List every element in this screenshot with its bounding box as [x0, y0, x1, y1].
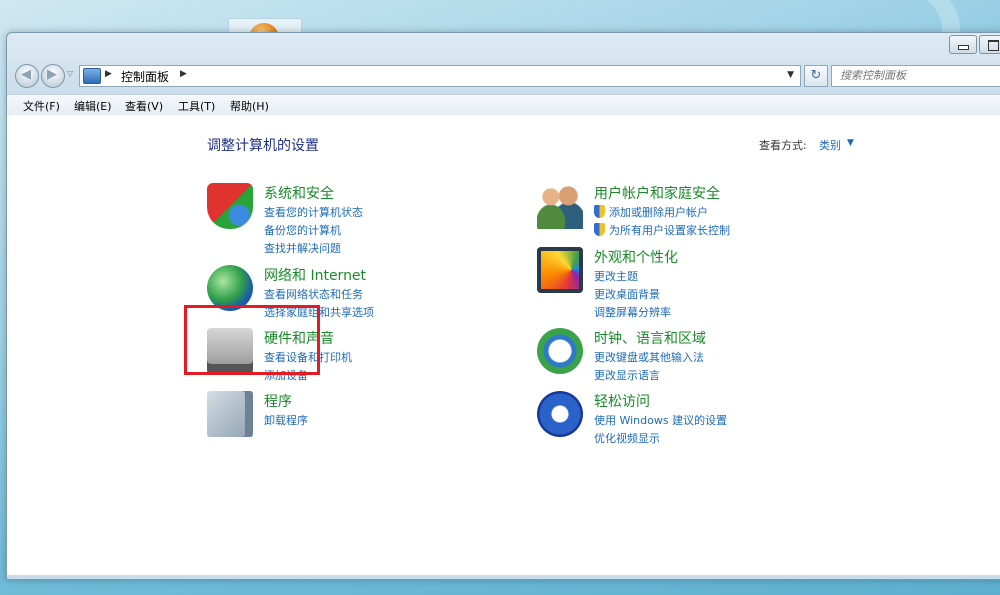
display-icon[interactable]: [537, 247, 583, 293]
forward-button[interactable]: ▶: [41, 64, 65, 88]
category-title[interactable]: 网络和 Internet: [264, 265, 366, 285]
search-input[interactable]: [838, 68, 1000, 83]
page-title: 调整计算机的设置: [207, 138, 319, 154]
uac-shield-icon: [594, 223, 605, 236]
search-box[interactable]: [831, 65, 1000, 87]
category-link[interactable]: 查找并解决问题: [264, 240, 341, 256]
category-ease-of-access: 轻松访问 使用 Windows 建议的设置 优化视频显示: [537, 391, 867, 453]
category-title[interactable]: 外观和个性化: [594, 247, 678, 267]
category-link[interactable]: 更改键盘或其他输入法: [594, 349, 704, 365]
category-link[interactable]: 查看网络状态和任务: [264, 286, 363, 302]
breadcrumb-separator-icon[interactable]: ▶: [105, 69, 112, 79]
category-title[interactable]: 程序: [264, 391, 292, 411]
category-user-accounts: 用户帐户和家庭安全 添加或删除用户帐户 为所有用户设置家长控制: [537, 183, 867, 245]
highlight-box-programs: [184, 305, 320, 375]
menu-view[interactable]: 查看(V): [125, 98, 163, 114]
window-controls: [947, 35, 1000, 54]
category-title[interactable]: 时钟、语言和区域: [594, 328, 706, 348]
category-link[interactable]: 更改显示语言: [594, 367, 660, 383]
category-link[interactable]: 卸载程序: [264, 412, 308, 428]
category-programs: 程序 卸载程序: [207, 391, 537, 453]
maximize-icon: [988, 40, 999, 51]
control-panel-icon: [83, 68, 101, 84]
category-link[interactable]: 使用 Windows 建议的设置: [594, 412, 727, 428]
menu-help[interactable]: 帮助(H): [230, 98, 269, 114]
category-link[interactable]: 更改桌面背景: [594, 286, 660, 302]
menu-bar: 文件(F) 编辑(E) 查看(V) 工具(T) 帮助(H): [7, 94, 1000, 116]
view-by-dropdown[interactable]: 类别: [819, 137, 841, 153]
view-by-label: 查看方式:: [759, 139, 807, 152]
menu-tools[interactable]: 工具(T): [178, 98, 215, 114]
category-link[interactable]: 调整屏幕分辨率: [594, 304, 671, 320]
category-appearance: 外观和个性化 更改主题 更改桌面背景 调整屏幕分辨率: [537, 247, 867, 319]
menu-file[interactable]: 文件(F): [23, 98, 60, 114]
back-arrow-icon: ◀: [21, 67, 31, 82]
address-bar[interactable]: ▶ 控制面板 ▶ ▼: [79, 65, 801, 87]
forward-arrow-icon: ▶: [47, 67, 57, 82]
category-title[interactable]: 用户帐户和家庭安全: [594, 183, 720, 203]
ease-of-access-icon[interactable]: [537, 391, 583, 437]
category-link[interactable]: 查看您的计算机状态: [264, 204, 363, 220]
refresh-button[interactable]: ↻: [804, 65, 828, 87]
minimize-icon: [958, 45, 969, 50]
category-link[interactable]: 更改主题: [594, 268, 638, 284]
users-icon[interactable]: [537, 183, 583, 229]
category-link[interactable]: 优化视频显示: [594, 430, 660, 446]
category-link[interactable]: 为所有用户设置家长控制: [609, 222, 730, 238]
maximize-button[interactable]: [979, 35, 1000, 54]
uac-shield-icon: [594, 205, 605, 218]
baidu-jingyan-url: jingyan.baidu.com: [772, 550, 883, 564]
baidu-jingyan-watermark: Bai du 经验: [760, 502, 970, 542]
category-title[interactable]: 系统和安全: [264, 183, 334, 203]
programs-icon[interactable]: [207, 391, 253, 437]
category-link[interactable]: 添加或删除用户帐户: [609, 204, 708, 220]
category-title[interactable]: 轻松访问: [594, 391, 650, 411]
minimize-button[interactable]: [949, 35, 977, 54]
menu-edit[interactable]: 编辑(E): [74, 98, 112, 114]
breadcrumb-control-panel[interactable]: 控制面板: [121, 68, 169, 85]
view-by-chevron-icon[interactable]: ▼: [847, 138, 854, 148]
recent-pages-dropdown[interactable]: ▽: [67, 69, 73, 78]
back-button[interactable]: ◀: [15, 64, 39, 88]
address-dropdown-icon[interactable]: ▼: [787, 70, 794, 80]
category-clock-language: 时钟、语言和区域 更改键盘或其他输入法 更改显示语言: [537, 328, 867, 390]
shield-icon[interactable]: [207, 183, 253, 229]
category-link[interactable]: 备份您的计算机: [264, 222, 341, 238]
category-system-security: 系统和安全 查看您的计算机状态 备份您的计算机 查找并解决问题: [207, 183, 537, 255]
breadcrumb-separator-icon[interactable]: ▶: [180, 69, 187, 79]
navigation-bar: ◀ ▶ ▽ ▶ 控制面板 ▶ ▼ ↻: [7, 63, 1000, 89]
clock-globe-icon[interactable]: [537, 328, 583, 374]
